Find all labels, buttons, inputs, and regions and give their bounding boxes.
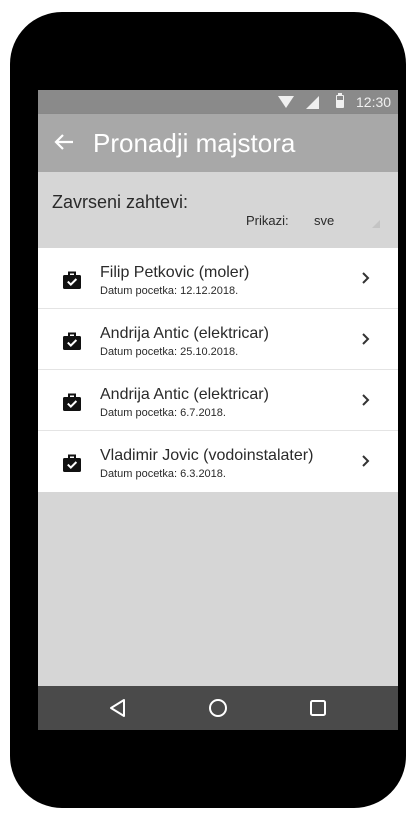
screen: 12:30 Pronadji majstora Zavrseni zahtevi… bbox=[38, 90, 398, 730]
item-title: Andrija Antic (elektricar) bbox=[100, 386, 269, 403]
list-item[interactable]: Andrija Antic (elektricar) Datum pocetka… bbox=[38, 309, 398, 370]
chevron-right-icon bbox=[362, 272, 370, 284]
signal-icon bbox=[306, 96, 319, 109]
back-triangle-icon[interactable] bbox=[106, 696, 130, 720]
briefcase-check-icon bbox=[63, 332, 81, 350]
item-title: Vladimir Jovic (vodoinstalater) bbox=[100, 447, 314, 464]
battery-icon bbox=[336, 93, 344, 108]
item-subtitle: Datum pocetka: 12.12.2018. bbox=[100, 285, 239, 297]
item-subtitle: Datum pocetka: 6.3.2018. bbox=[100, 468, 226, 480]
filter-label: Prikazi: bbox=[246, 213, 289, 228]
section-label: Zavrseni zahtevi: bbox=[52, 192, 189, 212]
back-arrow-icon[interactable] bbox=[52, 128, 78, 156]
filter-select-value: sve bbox=[314, 213, 335, 228]
list-item[interactable]: Andrija Antic (elektricar) Datum pocetka… bbox=[38, 370, 398, 431]
wifi-icon bbox=[278, 96, 294, 108]
item-subtitle: Datum pocetka: 25.10.2018. bbox=[100, 346, 239, 358]
briefcase-check-icon bbox=[63, 271, 81, 289]
item-title: Andrija Antic (elektricar) bbox=[100, 325, 269, 342]
recents-square-icon[interactable] bbox=[306, 696, 330, 720]
chevron-right-icon bbox=[362, 394, 370, 406]
dropdown-caret-icon bbox=[372, 220, 380, 228]
chevron-right-icon bbox=[362, 333, 370, 345]
item-title: Filip Petkovic (moler) bbox=[100, 264, 250, 281]
chevron-right-icon bbox=[362, 455, 370, 467]
phone-frame: 12:30 Pronadji majstora Zavrseni zahtevi… bbox=[10, 12, 406, 808]
page-title: Pronadji majstora bbox=[93, 128, 296, 158]
app-bar: Pronadji majstora bbox=[38, 114, 398, 172]
briefcase-check-icon bbox=[63, 393, 81, 411]
list-item[interactable]: Filip Petkovic (moler) Datum pocetka: 12… bbox=[38, 248, 398, 309]
briefcase-check-icon bbox=[63, 454, 81, 472]
list-item[interactable]: Vladimir Jovic (vodoinstalater) Datum po… bbox=[38, 431, 398, 492]
nav-bar bbox=[38, 686, 398, 730]
filter-area: Zavrseni zahtevi: Prikazi: sve bbox=[38, 172, 398, 248]
status-bar: 12:30 bbox=[38, 90, 398, 114]
request-list: Filip Petkovic (moler) Datum pocetka: 12… bbox=[38, 248, 398, 492]
status-time: 12:30 bbox=[356, 94, 392, 110]
home-circle-icon[interactable] bbox=[206, 696, 230, 720]
filter-select[interactable]: sve bbox=[308, 210, 380, 230]
item-subtitle: Datum pocetka: 6.7.2018. bbox=[100, 407, 226, 419]
